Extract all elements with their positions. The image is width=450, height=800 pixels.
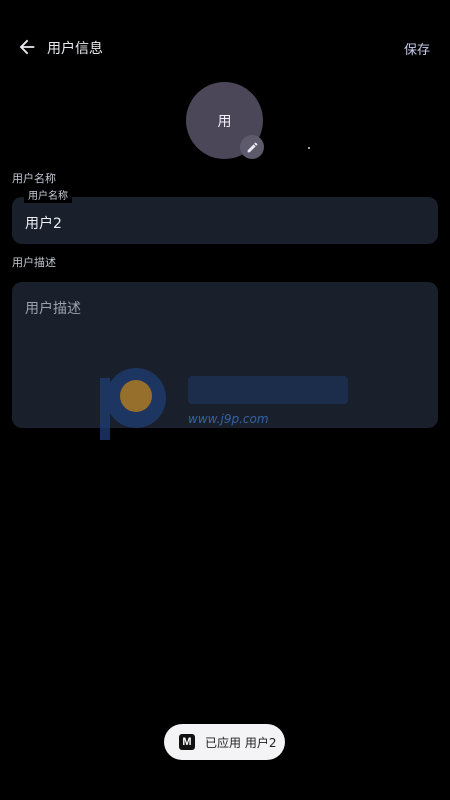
watermark-logo-icon <box>100 368 348 440</box>
top-app-bar: 用户信息 保存 <box>0 0 450 92</box>
toast-text: 已应用 用户2 <box>205 735 277 750</box>
watermark-url: www.j9p.com <box>188 412 269 426</box>
edit-avatar-button[interactable] <box>240 135 264 159</box>
name-section-label: 用户名称 <box>12 172 56 185</box>
decorative-dot <box>308 147 310 149</box>
avatar-initial: 用 <box>217 113 232 130</box>
username-field-label: 用户名称 <box>24 191 72 203</box>
back-button[interactable] <box>16 36 38 58</box>
arrow-left-icon <box>19 39 35 55</box>
watermark: www.j9p.com <box>100 358 360 448</box>
app-m-icon: M <box>179 734 195 750</box>
description-placeholder: 用户描述 <box>25 301 81 317</box>
toast-notification: M 已应用 用户2 <box>164 724 285 760</box>
username-value[interactable]: 用户2 <box>25 213 62 233</box>
pencil-icon <box>247 142 257 152</box>
desc-section-label: 用户描述 <box>12 256 56 269</box>
username-field[interactable]: 用户名称 用户2 <box>12 191 438 244</box>
save-button[interactable]: 保存 <box>404 39 430 58</box>
page-title: 用户信息 <box>47 41 103 57</box>
